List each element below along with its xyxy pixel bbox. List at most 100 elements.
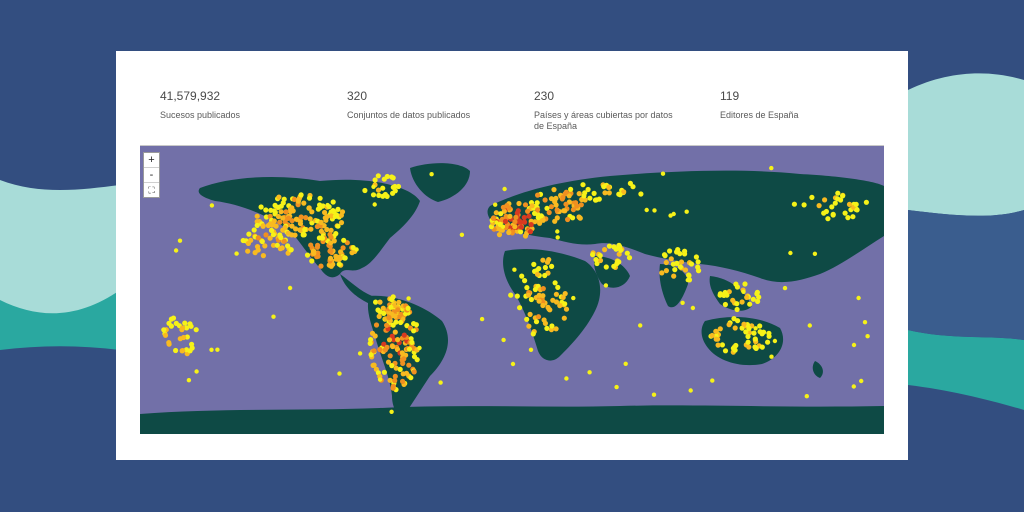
zoom-in-button[interactable]: + [144,153,159,168]
occurrence-hex [859,378,864,384]
stat-label: Sucesos publicados [160,110,241,120]
occurrence-hex [496,232,503,238]
occurrence-hex [304,252,311,258]
occurrence-hex [246,231,252,237]
occurrence-hex [535,207,541,213]
occurrence-hex [552,280,558,286]
occurrence-hex [490,215,496,221]
occurrence-hex [829,204,835,210]
occurrence-hex [757,329,763,335]
occurrence-hex [493,202,498,207]
occurrence-hex [757,323,763,329]
occurrence-hex [386,337,393,343]
occurrence-hex [301,200,307,206]
occurrence-hex [405,305,411,311]
occurrence-hex [518,219,524,225]
occurrence-hex [618,247,624,253]
occurrence-hex [508,292,514,298]
occurrence-hex [587,195,593,201]
occurrence-hex [755,298,761,304]
occurrence-hex [254,222,260,228]
occurrence-hex [745,333,751,340]
occurrence-hex [357,351,363,356]
occurrence-hex [500,204,506,210]
occurrence-hex [840,193,846,199]
occurrence-hex [682,267,689,273]
occurrence-hex [825,216,831,222]
occurrence-hex [512,267,517,272]
occurrence-hex [298,192,304,198]
occurrence-map[interactable]: + - ⛶ [140,145,884,434]
occurrence-hex [555,284,561,290]
occurrence-hex [532,286,538,293]
occurrence-hex [772,338,778,344]
occurrence-hex [710,378,715,383]
occurrence-hex [709,332,715,339]
occurrence-hex [717,291,724,297]
occurrence-hex [546,257,552,263]
occurrence-hex [544,325,550,331]
occurrence-hex [333,256,340,262]
occurrence-hex [667,248,673,254]
stat-countries: 230 Países y áreas cubiertas por datos d… [534,89,684,132]
stat-value: 320 [347,89,368,103]
occurrence-hex [534,271,541,277]
occurrence-hex [561,208,567,214]
occurrence-hex [501,337,506,343]
occurrence-hex [340,245,346,251]
fullscreen-button[interactable]: ⛶ [144,183,159,197]
occurrence-hex [782,285,788,291]
occurrence-hex [536,298,542,304]
occurrence-hex [677,264,684,270]
occurrence-hex [397,366,403,372]
occurrence-hex [389,296,395,302]
occurrence-hex [362,187,368,194]
occurrence-hex [617,192,623,198]
stat-occurrences: 41,579,932 Sucesos publicados [160,89,330,121]
occurrence-hex [614,384,619,390]
occurrence-hex [680,300,685,305]
occurrence-hex [611,244,617,250]
occurrence-hex [713,336,719,342]
occurrence-hex [801,202,807,208]
occurrence-hex [307,216,313,222]
occurrence-hex [387,353,393,359]
occurrence-hex [862,320,868,325]
occurrence-hex [809,194,815,200]
occurrence-hex [269,222,275,228]
occurrence-hex [215,347,220,352]
occurrence-hex [717,326,723,332]
occurrence-hex [626,255,633,261]
occurrence-hex [276,194,282,200]
occurrence-hex [614,261,620,267]
zoom-out-button[interactable]: - [144,168,159,183]
occurrence-hex [277,246,283,252]
occurrence-hex [652,208,657,213]
occurrence-hex [526,213,532,219]
occurrence-hex [522,233,529,239]
occurrence-hex [396,299,402,305]
occurrence-hex [678,259,685,265]
occurrence-hex [517,305,523,311]
occurrence-hex [753,326,758,331]
occurrence-hex [522,278,528,284]
occurrence-hex [713,328,719,334]
occurrence-hex [372,202,377,207]
occurrence-hex [411,369,417,375]
occurrence-hex [395,307,401,313]
right-wave-navy-mid [908,210,1024,340]
occurrence-hex [251,227,257,233]
occurrence-hex [380,185,386,191]
occurrence-hex [370,192,377,198]
occurrence-hex [258,204,264,210]
occurrence-hex [851,342,857,348]
map-canvas[interactable] [140,146,884,434]
occurrence-hex [521,214,527,221]
occurrence-hex [690,305,696,311]
occurrence-hex [555,235,560,240]
occurrence-hex [769,354,774,359]
occurrence-hex [194,369,199,374]
occurrence-hex [602,247,608,253]
occurrence-hex [526,323,532,329]
occurrence-hex [335,223,341,229]
